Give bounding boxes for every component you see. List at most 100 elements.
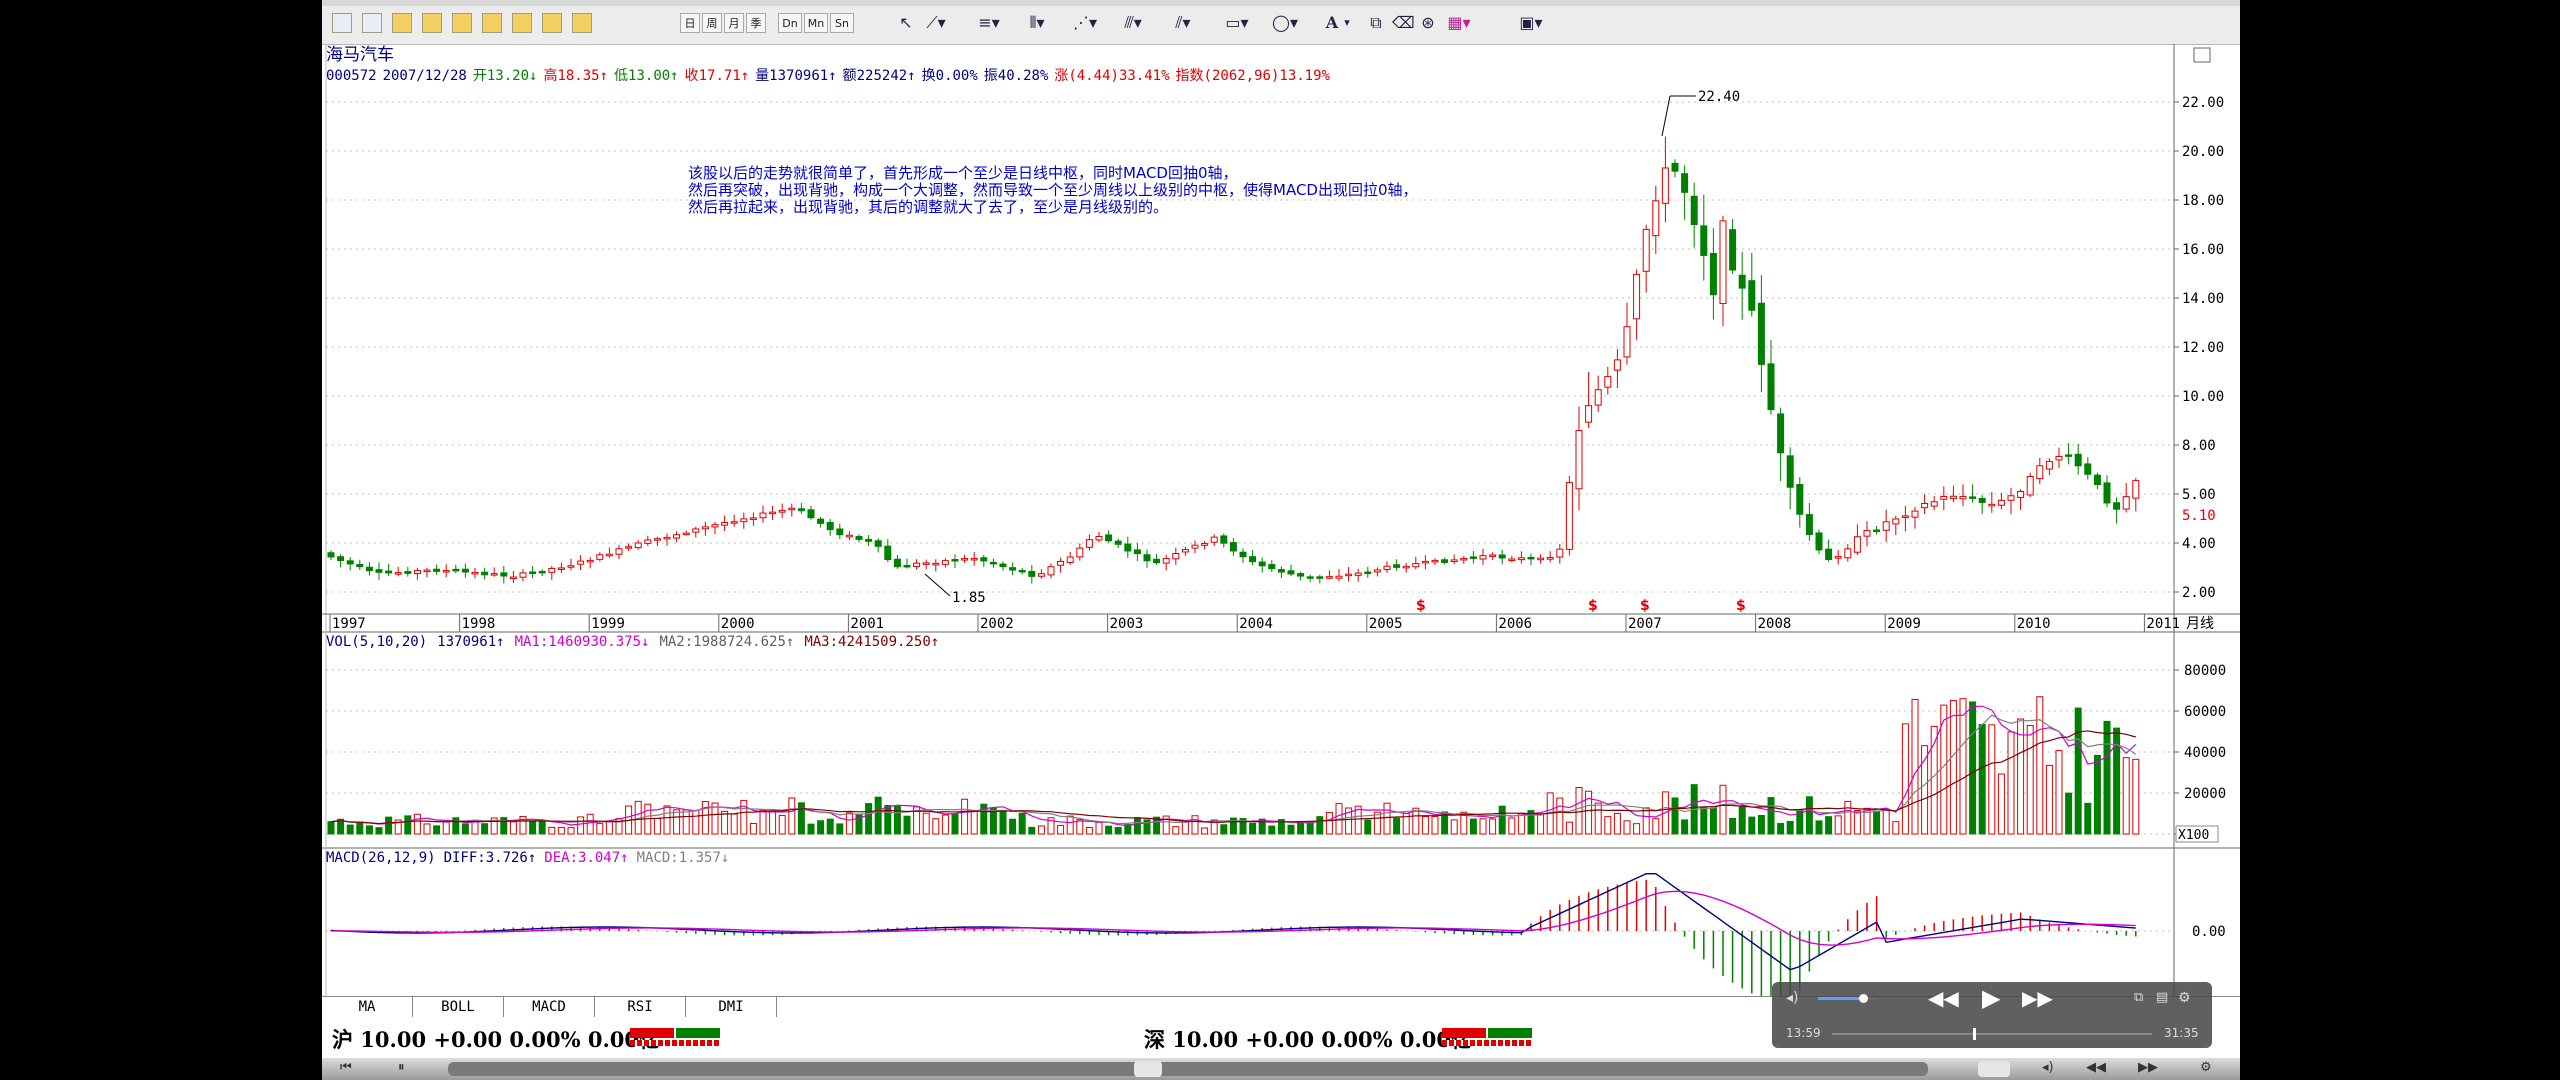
secondary-scrollbar-thumb[interactable]: [1978, 1061, 2010, 1077]
player-forward-icon[interactable]: ▶▶: [2022, 986, 2053, 1010]
volume-bar: [1978, 724, 1986, 835]
lock-icon[interactable]: ⊛: [1418, 13, 1438, 33]
period-button-sn[interactable]: Sn: [830, 13, 854, 33]
player-play-icon[interactable]: ▶: [1982, 984, 2000, 1012]
candle-body: [1681, 173, 1689, 193]
toolbar-indicator-icon[interactable]: [392, 13, 412, 33]
player-rewind-icon[interactable]: ◀◀: [1928, 986, 1959, 1010]
header-field: 000572: [326, 68, 377, 84]
toolbar-indicator-icon[interactable]: [542, 13, 562, 33]
ellipse-tool-icon[interactable]: ◯▾: [1270, 13, 1300, 33]
header-field: DIFF:3.726↑: [444, 850, 537, 866]
volume-bar: [1268, 825, 1276, 835]
candle-body: [1594, 389, 1602, 406]
tab-rsi[interactable]: RSI: [595, 997, 686, 1017]
text-tool-dropdown-icon[interactable]: ▾: [1342, 13, 1352, 33]
player-volume-icon[interactable]: ◂): [1786, 990, 1799, 1006]
settings-gear-icon[interactable]: ⚙: [2200, 1060, 2212, 1075]
toolbar-indicator-icon[interactable]: [452, 13, 472, 33]
year-label: 2006: [1498, 616, 1532, 632]
gann-lines-icon[interactable]: ⫻▾: [1118, 13, 1148, 33]
candle-body: [682, 532, 690, 536]
eraser-icon[interactable]: ⌫: [1392, 13, 1415, 33]
volume-bar: [413, 813, 421, 835]
stock-name: 海马汽车: [326, 45, 394, 65]
horizontal-scrollbar[interactable]: [448, 1062, 1928, 1076]
channel-lines-icon[interactable]: ⫽▾: [1168, 13, 1198, 33]
candle-body: [941, 560, 949, 565]
candle-body: [1162, 558, 1170, 564]
period-button-dn[interactable]: Dn: [778, 13, 802, 33]
volume-bar: [1556, 797, 1564, 835]
player-progress-knob[interactable]: [1972, 1028, 1976, 1040]
scrollbar-thumb[interactable]: [1134, 1061, 1162, 1077]
price-tick-label: 14.00: [2182, 291, 2224, 307]
candle-body: [1431, 559, 1439, 563]
candle-body: [721, 522, 729, 526]
candle-body: [653, 538, 661, 541]
annotation-text: 该股以后的走势就很简单了，首先形成一个至少是日线中枢，同时MACD回抽0轴，然后…: [688, 164, 1418, 216]
volume-bar: [1249, 822, 1257, 835]
line-tool-icon[interactable]: ⟋▾: [924, 13, 948, 33]
tab-boll[interactable]: BOLL: [413, 997, 504, 1017]
cursor-arrow-icon[interactable]: ↖: [896, 13, 916, 33]
volume-tick-label: 40000: [2184, 745, 2226, 761]
year-label: 2002: [980, 616, 1014, 632]
candle-body: [836, 528, 844, 536]
volume-bar: [1181, 821, 1189, 835]
header-field: 振40.28%: [984, 68, 1049, 84]
player-miniplayer-icon[interactable]: ⧉: [2134, 990, 2143, 1005]
fast-forward-icon[interactable]: ▶▶: [2138, 1060, 2158, 1075]
candle-body: [1037, 573, 1045, 577]
text-tool-icon[interactable]: A: [1322, 13, 1342, 33]
period-button-mn[interactable]: Mn: [804, 13, 828, 33]
toolbar-indicator-icon[interactable]: [572, 13, 592, 33]
skip-back-icon[interactable]: ⏮: [340, 1060, 352, 1075]
vertical-lines-icon[interactable]: ⦀▾: [1022, 13, 1052, 33]
player-volume-slider[interactable]: [1818, 994, 1878, 1003]
macd-panel[interactable]: 0.00: [326, 872, 2226, 996]
color-palette-icon[interactable]: ▦▾: [1444, 13, 1474, 33]
period-button-month[interactable]: 月: [724, 13, 744, 33]
copy-icon[interactable]: ⧉: [1366, 13, 1386, 33]
toolbar-indicator-icon[interactable]: [362, 13, 382, 33]
volume-bar: [548, 826, 556, 835]
player-progress-bar[interactable]: [1832, 1028, 2152, 1040]
toolbar-indicator-icon[interactable]: [422, 13, 442, 33]
period-button-day[interactable]: 日: [680, 13, 700, 33]
player-subtitle-icon[interactable]: ▤: [2156, 990, 2168, 1005]
parallel-lines-icon[interactable]: ≡▾: [974, 13, 1004, 33]
volume-bar: [1028, 826, 1036, 835]
tab-dmi[interactable]: DMI: [686, 997, 777, 1017]
candle-body: [1777, 413, 1785, 454]
pause-icon[interactable]: ⏸: [398, 1060, 405, 1075]
year-label: 2011: [2146, 616, 2180, 632]
candle-body: [1249, 556, 1257, 563]
fan-lines-icon[interactable]: ⋰▾: [1070, 13, 1100, 33]
candle-body: [1345, 573, 1353, 577]
rectangle-tool-icon[interactable]: ▭▾: [1222, 13, 1252, 33]
candle-body: [1796, 484, 1804, 515]
annotation-line: 该股以后的走势就很简单了，首先形成一个至少是日线中枢，同时MACD回抽0轴，: [688, 164, 1238, 182]
header-field: 低13.00↑: [614, 68, 679, 84]
rewind-icon[interactable]: ◀◀: [2086, 1060, 2106, 1075]
chart-canvas: 海马汽车 000572 2007/12/28 开13.20↓ 高18.35↑ 低13.0…: [322, 44, 2240, 996]
player-settings-icon[interactable]: ⚙: [2178, 990, 2191, 1006]
tab-ma[interactable]: MA: [322, 997, 413, 1017]
tab-macd[interactable]: MACD: [504, 997, 595, 1017]
volume-bar: [423, 823, 431, 835]
save-icon[interactable]: ▣▾: [1516, 13, 1546, 33]
toolbar-indicator-icon[interactable]: [482, 13, 502, 33]
price-tick-label: 2.00: [2182, 585, 2216, 601]
volume-bar: [577, 816, 585, 835]
player-volume-knob[interactable]: [1859, 994, 1868, 1003]
candle-body: [1546, 557, 1554, 560]
toolbar-indicator-icon[interactable]: [512, 13, 532, 33]
year-label: 2010: [2017, 616, 2051, 632]
speaker-icon[interactable]: ◂): [2042, 1060, 2054, 1075]
volume-panel[interactable]: 800006000040000200000X100: [326, 663, 2226, 843]
candle-body: [749, 517, 757, 520]
toolbar-indicator-icon[interactable]: [332, 13, 352, 33]
period-button-week[interactable]: 周: [702, 13, 722, 33]
period-button-quarter[interactable]: 季: [746, 13, 766, 33]
